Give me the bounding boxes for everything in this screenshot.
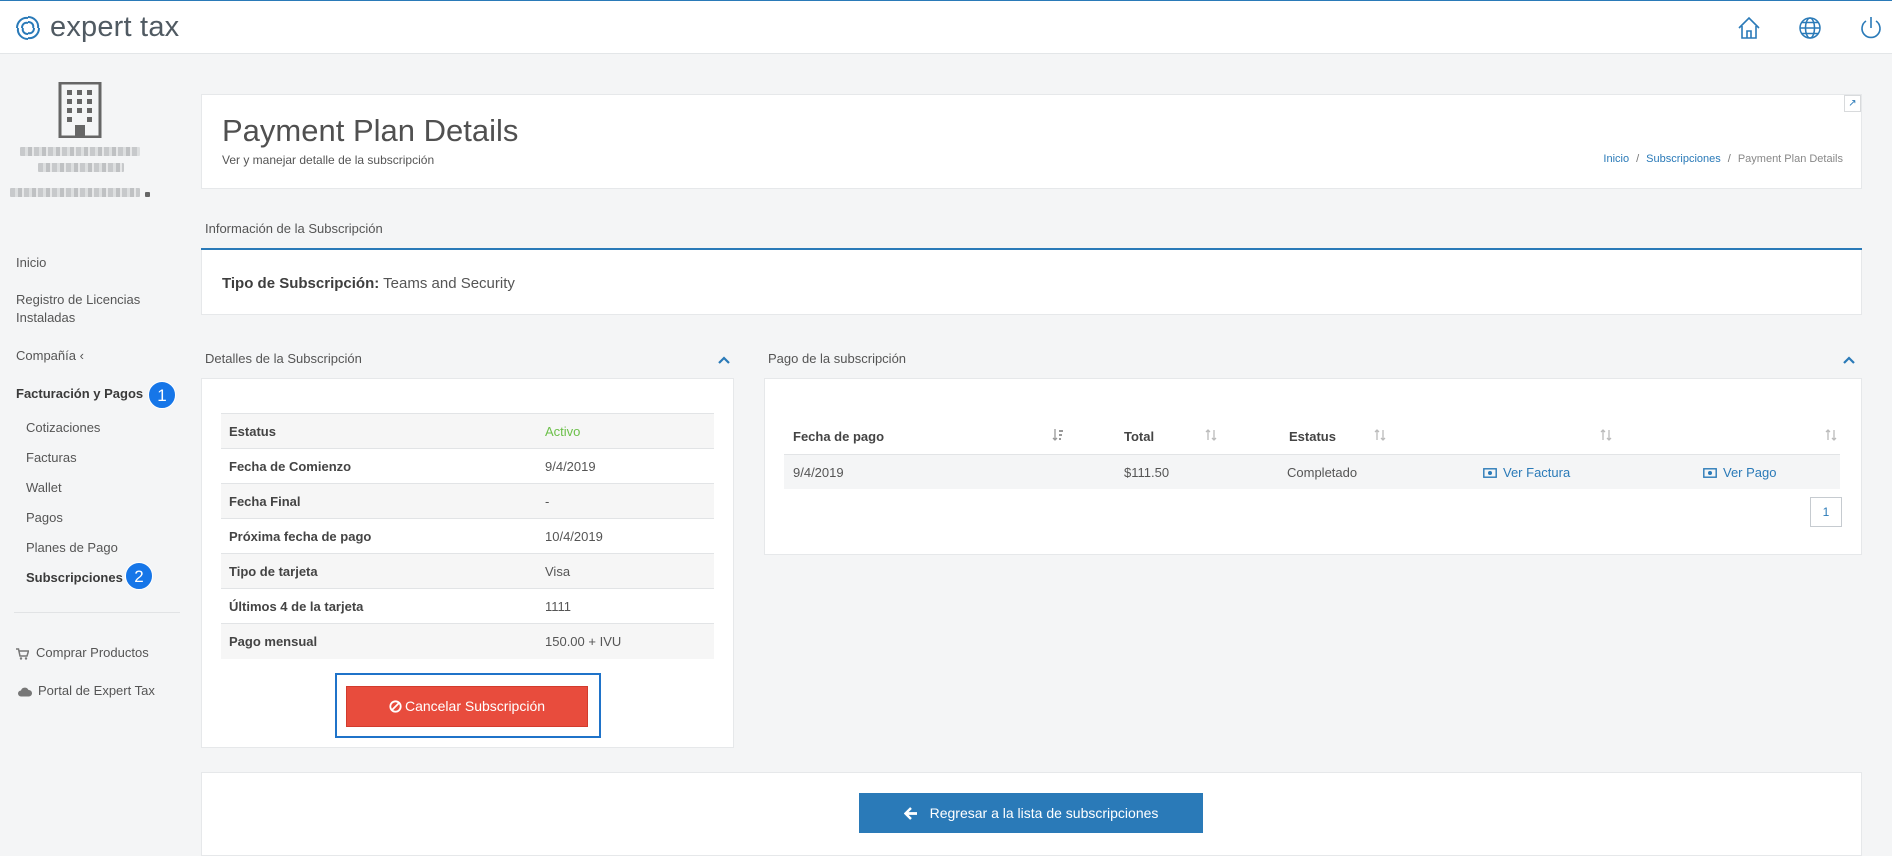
redacted-company-name bbox=[38, 163, 124, 172]
subscription-type-label: Tipo de Subscripción: bbox=[222, 275, 380, 292]
back-to-subscriptions-button[interactable]: Regresar a la lista de subscripciones bbox=[859, 793, 1203, 833]
detail-value: - bbox=[537, 483, 714, 519]
sort-icon[interactable] bbox=[1600, 428, 1612, 442]
sidebar-item-facturas[interactable]: Facturas bbox=[26, 450, 77, 465]
page-subtitle: Ver y manejar detalle de la subscripción bbox=[222, 153, 435, 167]
view-invoice-link[interactable]: Ver Factura bbox=[1483, 455, 1570, 490]
sort-icon[interactable] bbox=[1205, 428, 1217, 442]
status-value: Activo bbox=[537, 413, 714, 449]
column-header-total[interactable]: Total bbox=[1124, 419, 1154, 454]
table-row: Próxima fecha de pago 10/4/2019 bbox=[221, 518, 714, 554]
sort-desc-icon[interactable] bbox=[1052, 428, 1064, 442]
details-table: Estatus Activo Fecha de Comienzo 9/4/2019 … bbox=[221, 413, 714, 659]
sidebar-item-portal-expert-tax[interactable]: Portal de Expert Tax bbox=[38, 683, 155, 698]
sidebar-item-registro-licencias[interactable]: Registro de Licencias Instaladas bbox=[16, 291, 166, 327]
table-row: Últimos 4 de la tarjeta 1111 bbox=[221, 588, 714, 624]
subscription-type-card: Tipo de Subscripción: Teams and Security bbox=[201, 250, 1862, 315]
detail-key: Estatus bbox=[221, 413, 537, 449]
section-label-details: Detalles de la Subscripción bbox=[205, 351, 362, 366]
redacted-company-name bbox=[20, 147, 140, 156]
step-badge-1: 1 bbox=[148, 381, 176, 409]
detail-value: 9/4/2019 bbox=[537, 448, 714, 484]
table-row: Tipo de tarjeta Visa bbox=[221, 553, 714, 589]
detail-key: Fecha Final bbox=[221, 483, 537, 519]
home-icon[interactable] bbox=[1736, 15, 1762, 41]
step-badge-2: 2 bbox=[125, 562, 153, 590]
section-label-info: Información de la Subscripción bbox=[205, 221, 383, 236]
sidebar-item-inicio[interactable]: Inicio bbox=[16, 255, 46, 270]
cart-icon bbox=[16, 648, 29, 660]
back-to-subscriptions-label: Regresar a la lista de subscripciones bbox=[929, 805, 1159, 821]
sidebar-item-facturacion-y-pagos[interactable]: Facturación y Pagos bbox=[16, 386, 143, 401]
detail-value: Visa bbox=[537, 553, 714, 589]
subscription-type-value: Teams and Security bbox=[383, 275, 515, 292]
view-payment-link[interactable]: Ver Pago bbox=[1703, 455, 1777, 490]
brand-logo[interactable]: expert tax bbox=[14, 11, 179, 44]
table-header-row: Fecha de pago Total Estatus bbox=[784, 419, 1840, 454]
collapse-chevron-icon[interactable] bbox=[717, 355, 731, 365]
sidebar-item-compania[interactable]: Compañía ‹ bbox=[16, 348, 84, 363]
sidebar: Inicio Registro de Licencias Instaladas … bbox=[0, 54, 186, 856]
section-label-payments: Pago de la subscripción bbox=[768, 351, 907, 366]
sidebar-divider bbox=[14, 612, 180, 613]
payment-status: Completado bbox=[1287, 465, 1358, 480]
brand-name: expert tax bbox=[50, 11, 180, 43]
top-bar: expert tax bbox=[0, 0, 1892, 54]
detail-value: 1111 bbox=[537, 588, 714, 624]
globe-icon[interactable] bbox=[1797, 15, 1823, 41]
page-header-card: Payment Plan Details Ver y manejar detal… bbox=[201, 94, 1862, 189]
column-header-fecha[interactable]: Fecha de pago bbox=[793, 419, 884, 454]
column-header-estatus[interactable]: Estatus bbox=[1289, 419, 1336, 454]
sidebar-item-pagos[interactable]: Pagos bbox=[26, 510, 63, 525]
table-row: Pago mensual 150.00 + IVU bbox=[221, 623, 714, 659]
pagination-page-1[interactable]: 1 bbox=[1810, 497, 1842, 527]
payment-date: 9/4/2019 bbox=[793, 465, 844, 480]
redacted-email bbox=[10, 188, 140, 197]
sidebar-item-comprar-productos[interactable]: Comprar Productos bbox=[36, 645, 149, 660]
collapse-chevron-icon[interactable] bbox=[1842, 355, 1856, 365]
payments-table: Fecha de pago Total Estatus 9/4/2019 $11… bbox=[784, 419, 1840, 489]
breadcrumb-current: Payment Plan Details bbox=[1737, 153, 1843, 165]
detail-key: Próxima fecha de pago bbox=[221, 518, 537, 554]
table-row: 9/4/2019 $111.50 Completado Ver Factura … bbox=[784, 454, 1840, 489]
logo-swirl-icon bbox=[16, 15, 40, 40]
arrow-left-icon bbox=[903, 807, 917, 820]
company-building-icon bbox=[58, 82, 102, 138]
table-row: Fecha Final - bbox=[221, 483, 714, 519]
detail-key: Pago mensual bbox=[221, 623, 537, 659]
detail-key: Fecha de Comienzo bbox=[221, 448, 537, 484]
breadcrumb-subscripciones[interactable]: Subscripciones bbox=[1646, 153, 1721, 165]
breadcrumb: Inicio / Subscripciones / Payment Plan Detai… bbox=[1603, 153, 1843, 165]
sort-icon[interactable] bbox=[1825, 428, 1837, 442]
cancel-subscription-button[interactable]: Cancelar Subscripción bbox=[346, 686, 588, 727]
detail-key: Tipo de tarjeta bbox=[221, 553, 537, 589]
payments-card: Fecha de pago Total Estatus 9/4/2019 $11… bbox=[764, 378, 1862, 555]
money-icon bbox=[1483, 468, 1497, 478]
sidebar-item-planes-de-pago[interactable]: Planes de Pago bbox=[26, 540, 118, 555]
table-row: Fecha de Comienzo 9/4/2019 bbox=[221, 448, 714, 484]
money-icon bbox=[1703, 468, 1717, 478]
sidebar-item-wallet[interactable]: Wallet bbox=[26, 480, 62, 495]
detail-value: 150.00 + IVU bbox=[537, 623, 714, 659]
ban-icon bbox=[389, 700, 402, 713]
breadcrumb-inicio[interactable]: Inicio bbox=[1603, 153, 1629, 165]
detail-value: 10/4/2019 bbox=[537, 518, 714, 554]
payment-total: $111.50 bbox=[1124, 465, 1170, 480]
table-row: Estatus Activo bbox=[221, 413, 714, 449]
sidebar-item-subscripciones[interactable]: Subscripciones bbox=[26, 570, 123, 585]
power-icon[interactable] bbox=[1858, 15, 1884, 41]
detail-key: Últimos 4 de la tarjeta bbox=[221, 588, 537, 624]
redacted-dot bbox=[145, 192, 150, 197]
sidebar-item-cotizaciones[interactable]: Cotizaciones bbox=[26, 420, 100, 435]
cancel-subscription-label: Cancelar Subscripción bbox=[404, 698, 546, 714]
expand-arrow-icon[interactable]: ↗ bbox=[1844, 95, 1861, 112]
cloud-icon bbox=[18, 687, 32, 697]
page-title: Payment Plan Details bbox=[222, 113, 519, 148]
sort-icon[interactable] bbox=[1374, 428, 1386, 442]
